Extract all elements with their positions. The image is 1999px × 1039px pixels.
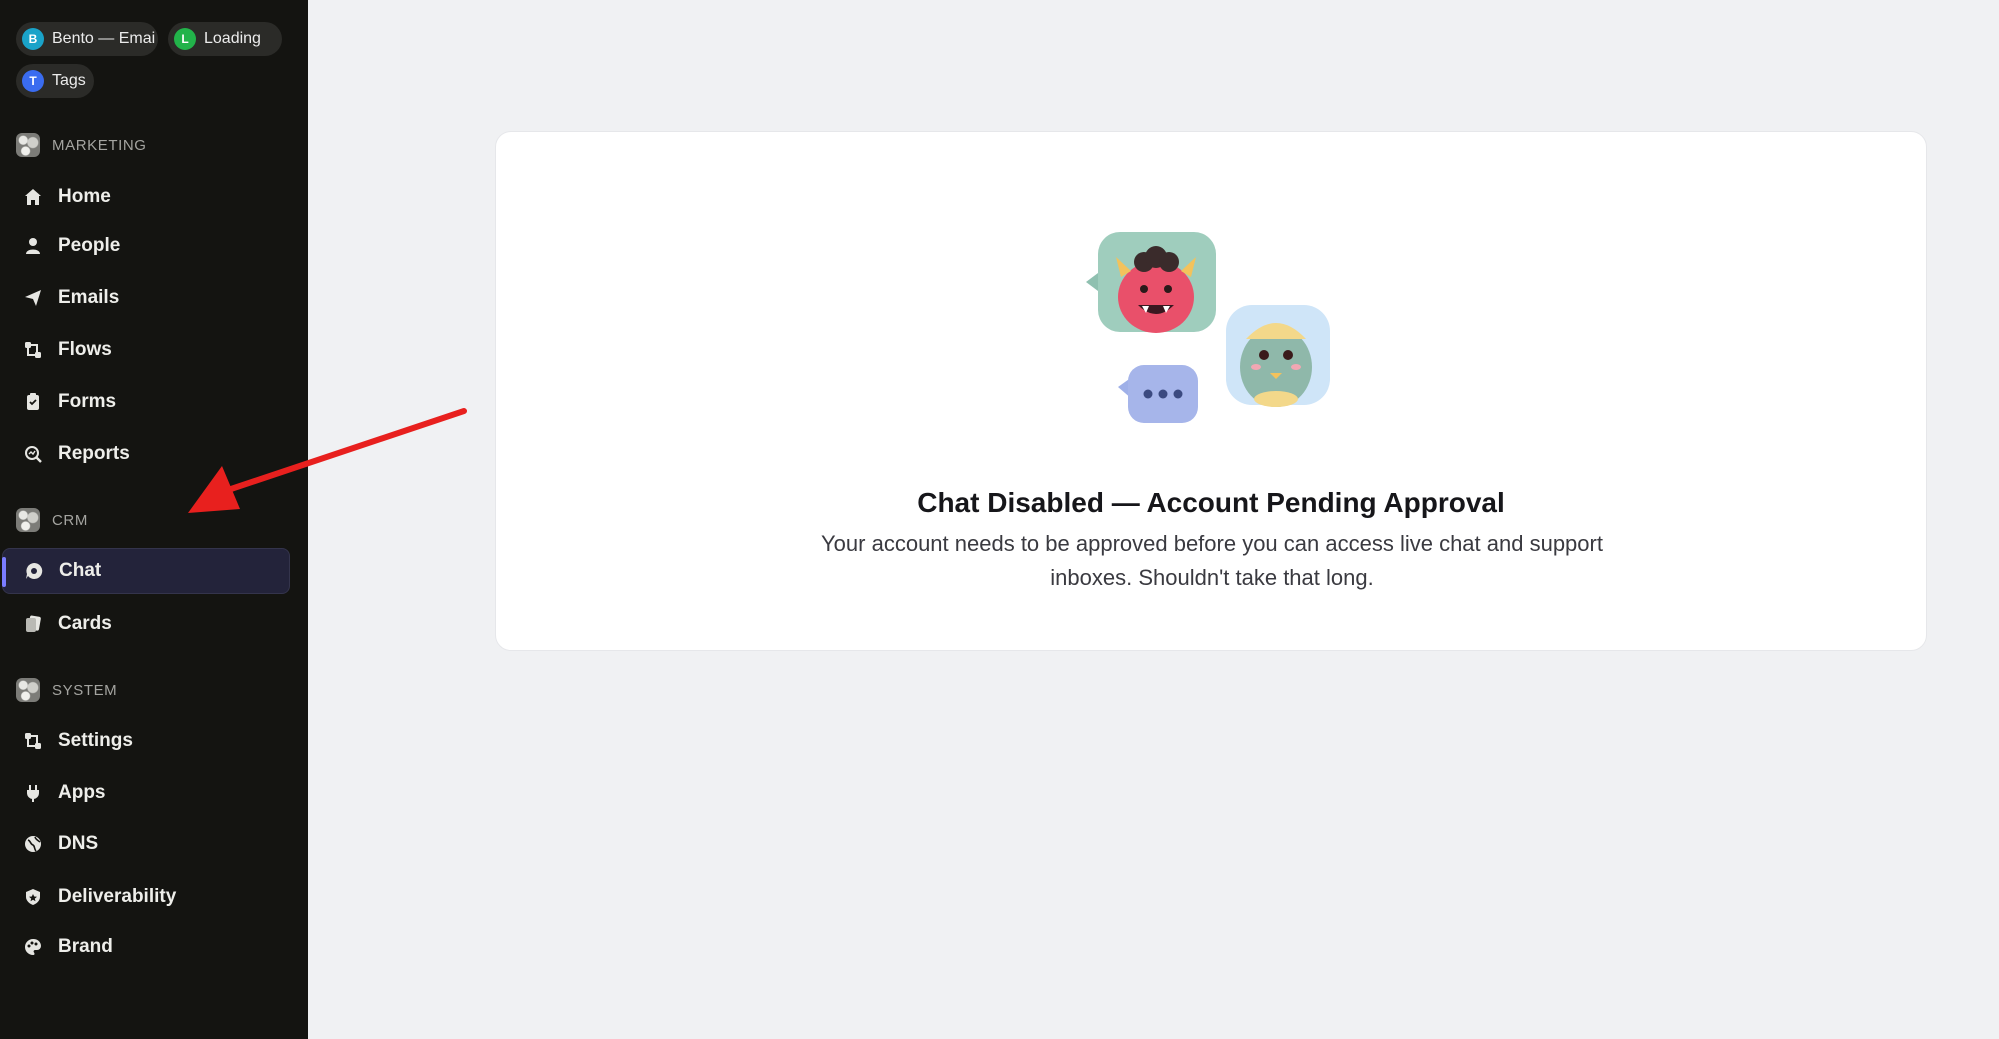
sidebar-item-label: DNS: [58, 833, 99, 854]
section-crm: CRM: [16, 508, 88, 532]
shield-icon: [22, 886, 44, 908]
workspace-tab-label: Tags: [52, 72, 86, 89]
section-logo-icon: [16, 133, 40, 157]
sidebar-item-label: Brand: [58, 936, 113, 957]
sidebar-item-label: Reports: [58, 443, 130, 464]
clipboard-icon: [22, 391, 44, 413]
section-marketing: MARKETING: [16, 133, 147, 157]
sidebar-item-label: Chat: [59, 560, 102, 581]
sidebar-item-brand[interactable]: Brand: [2, 924, 290, 970]
cards-icon: [22, 613, 44, 635]
send-icon: [22, 287, 44, 309]
workspace-tab-tags[interactable]: T Tags: [16, 64, 94, 98]
globe-icon: [22, 833, 44, 855]
sidebar-item-emails[interactable]: Emails: [2, 275, 290, 321]
sidebar-item-settings[interactable]: Settings: [2, 718, 290, 764]
sidebar-item-label: Home: [58, 186, 111, 207]
sidebar-item-chat[interactable]: Chat: [2, 548, 290, 594]
sidebar-item-label: Flows: [58, 339, 112, 360]
sidebar-item-label: Deliverability: [58, 886, 177, 907]
section-title: MARKETING: [52, 136, 147, 154]
sidebar-item-cards[interactable]: Cards: [2, 601, 290, 647]
workspace-tab-label: Loading: [204, 30, 261, 47]
section-system: SYSTEM: [16, 678, 117, 702]
person-icon: [22, 235, 44, 257]
chat-monsters-illustration: [1086, 232, 1330, 423]
settings-icon: [22, 730, 44, 752]
workspace-avatar: T: [22, 70, 44, 92]
section-logo-icon: [16, 508, 40, 532]
sidebar-item-dns[interactable]: DNS: [2, 821, 290, 867]
card-title: Chat Disabled — Account Pending Approval: [917, 487, 1505, 518]
workspace-tab-bento[interactable]: B Bento — Emai: [16, 22, 158, 56]
sidebar-item-label: Apps: [58, 782, 106, 803]
sidebar-item-label: Cards: [58, 613, 112, 634]
plug-icon: [22, 782, 44, 804]
sidebar-item-people[interactable]: People: [2, 223, 290, 269]
flows-icon: [22, 339, 44, 361]
sidebar-item-home[interactable]: Home: [2, 174, 290, 220]
card-description: Your account needs to be approved before…: [821, 531, 1603, 590]
chat-disabled-card: Chat Disabled — Account Pending Approval…: [495, 131, 1927, 651]
home-icon: [22, 186, 44, 208]
chat-bubble-icon: [23, 560, 45, 582]
sidebar-item-flows[interactable]: Flows: [2, 327, 290, 373]
sidebar-item-deliverability[interactable]: Deliverability: [2, 874, 290, 920]
workspace-tab-loading[interactable]: L Loading: [168, 22, 282, 56]
workspace-avatar: B: [22, 28, 44, 50]
sidebar-item-label: People: [58, 235, 121, 256]
palette-icon: [22, 936, 44, 958]
workspace-tab-label: Bento — Emai: [52, 30, 156, 47]
section-title: CRM: [52, 511, 88, 529]
sidebar-item-label: Forms: [58, 391, 117, 412]
section-title: SYSTEM: [52, 681, 118, 699]
magnifier-icon: [22, 443, 44, 465]
sidebar-item-label: Settings: [58, 730, 133, 751]
annotation-arrow: [188, 408, 467, 513]
sidebar-item-label: Emails: [58, 287, 120, 308]
sidebar-item-apps[interactable]: Apps: [2, 770, 290, 816]
section-logo-icon: [16, 678, 40, 702]
workspace-avatar: L: [174, 28, 196, 50]
